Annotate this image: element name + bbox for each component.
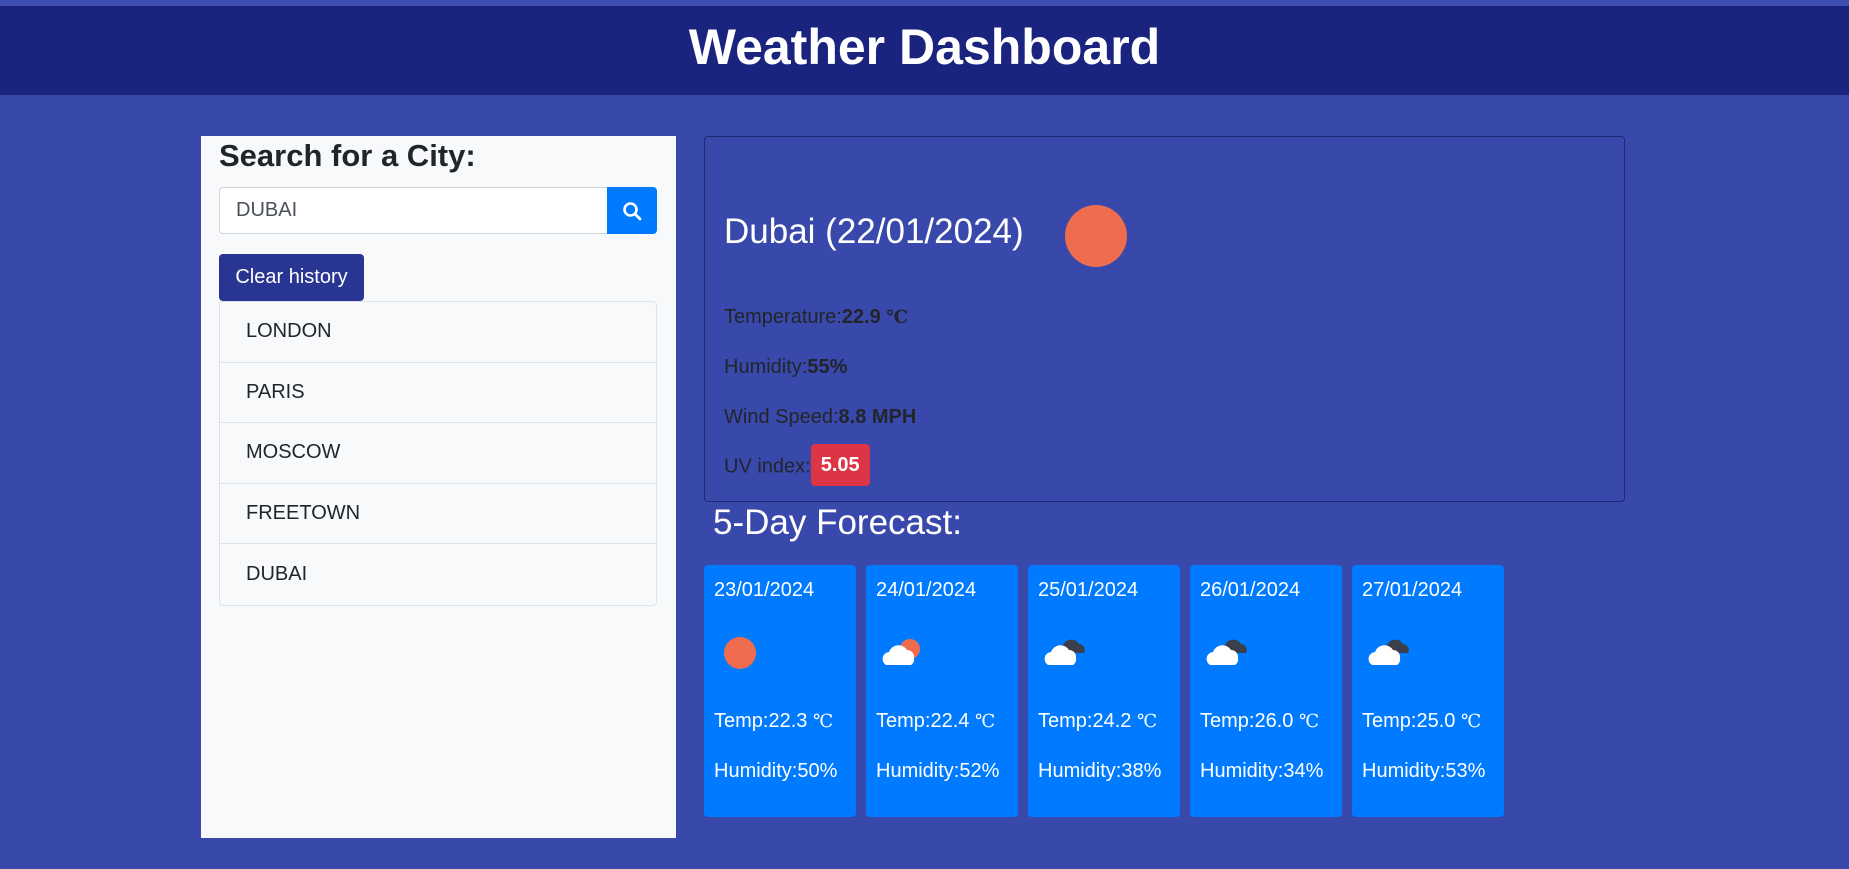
forecast-humidity: Humidity:52% [876, 760, 1000, 782]
forecast-temp-unit: ℃ [1298, 711, 1320, 732]
forecast-temp-value: Temp:24.2 [1038, 710, 1132, 732]
uv-index-badge: 5.05 [810, 444, 870, 486]
sun-cloud-icon [882, 639, 920, 665]
clouds-icon [1206, 639, 1247, 665]
history-item-freetown[interactable]: FREETOWN [220, 484, 656, 545]
forecast-temp-value: Temp:25.0 [1362, 710, 1456, 732]
forecast-temp: Temp:22.3 ℃ [714, 710, 833, 733]
wind-speed-value: 8.8 MPH [838, 406, 917, 428]
forecast-card: 23/01/2024 Temp:22.3 ℃ Humidity:50% [704, 565, 856, 817]
forecast-temp: Temp:26.0 ℃ [1200, 710, 1319, 733]
clouds-icon [1044, 639, 1085, 665]
wind-speed-label: Wind Speed: [724, 406, 839, 428]
temperature-row: Temperature:22.9 ℃ [724, 306, 908, 329]
temperature-label: Temperature: [724, 306, 842, 328]
forecast-humidity: Humidity:38% [1038, 760, 1162, 782]
current-city-title: Dubai (22/01/2024) [724, 212, 1024, 251]
history-item-dubai[interactable]: DUBAI [220, 544, 656, 605]
page-title: Weather Dashboard [688, 18, 1161, 75]
sun-icon [724, 637, 756, 669]
forecast-date: 24/01/2024 [876, 579, 977, 601]
search-history-list: LONDON PARIS MOSCOW FREETOWN DUBAI [219, 301, 657, 606]
forecast-card: 24/01/2024 Temp:22.4 ℃ Humidity:52% [866, 565, 1018, 817]
forecast-card: 25/01/2024 Temp:24.2 ℃ Humidity:38% [1028, 565, 1180, 817]
sun-icon [1065, 205, 1127, 267]
history-item-paris[interactable]: PARIS [220, 363, 656, 424]
forecast-card: 26/01/2024 Temp:26.0 ℃ Humidity:34% [1190, 565, 1342, 817]
app-header: Weather Dashboard [0, 6, 1849, 95]
forecast-temp-unit: ℃ [1136, 711, 1158, 732]
uv-index-label: UV index: [724, 455, 811, 478]
forecast-card: 27/01/2024 Temp:25.0 ℃ Humidity:53% [1352, 565, 1504, 817]
forecast-temp-unit: ℃ [974, 711, 996, 732]
temperature-value: 22.9 [841, 306, 881, 328]
forecast-date: 23/01/2024 [714, 579, 815, 601]
temperature-unit: ℃ [886, 307, 908, 328]
history-item-london[interactable]: LONDON [220, 302, 656, 363]
uv-index-row: UV index: 5.05 [724, 444, 870, 488]
search-group [219, 187, 657, 234]
search-icon [623, 201, 642, 220]
forecast-date: 27/01/2024 [1362, 579, 1463, 601]
city-search-input[interactable] [219, 187, 607, 234]
humidity-label: Humidity: [724, 356, 808, 378]
humidity-row: Humidity:55% [724, 356, 847, 379]
search-button[interactable] [607, 187, 657, 234]
forecast-date: 25/01/2024 [1038, 579, 1139, 601]
humidity-value: 55% [807, 356, 848, 378]
forecast-humidity: Humidity:50% [714, 760, 838, 782]
history-item-moscow[interactable]: MOSCOW [220, 423, 656, 484]
clear-history-button[interactable]: Clear history [219, 254, 364, 301]
forecast-temp-unit: ℃ [1460, 711, 1482, 732]
forecast-heading: 5-Day Forecast: [713, 503, 962, 542]
forecast-humidity: Humidity:34% [1200, 760, 1324, 782]
wind-speed-row: Wind Speed:8.8 MPH [724, 406, 916, 429]
clouds-icon [1368, 639, 1409, 665]
forecast-temp-value: Temp:26.0 [1200, 710, 1294, 732]
forecast-temp: Temp:24.2 ℃ [1038, 710, 1157, 733]
forecast-temp-value: Temp:22.3 [714, 710, 808, 732]
search-heading: Search for a City: [219, 138, 476, 173]
forecast-date: 26/01/2024 [1200, 579, 1301, 601]
forecast-temp-value: Temp:22.4 [876, 710, 970, 732]
forecast-temp: Temp:22.4 ℃ [876, 710, 995, 733]
forecast-temp-unit: ℃ [812, 711, 834, 732]
forecast-temp: Temp:25.0 ℃ [1362, 710, 1481, 733]
forecast-humidity: Humidity:53% [1362, 760, 1486, 782]
